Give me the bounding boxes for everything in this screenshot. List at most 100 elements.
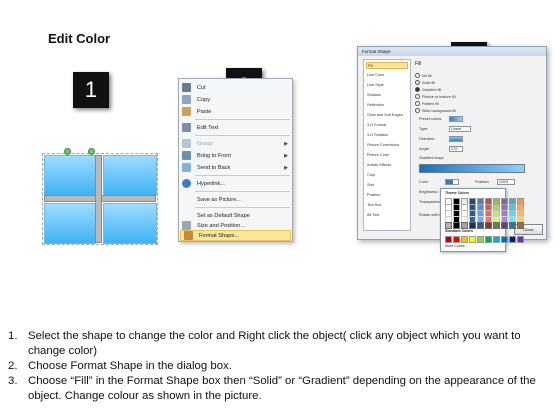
type-label: Type: xyxy=(419,127,429,131)
angle-label: Angle: xyxy=(419,147,430,151)
copy-icon xyxy=(182,95,191,104)
sidebar-item-size[interactable]: Size xyxy=(366,182,409,189)
color-swatch[interactable] xyxy=(501,236,508,243)
color-label: Color xyxy=(419,180,429,184)
direction-label: Direction: xyxy=(419,137,436,141)
sidebar-item-line-style[interactable]: Line Style xyxy=(366,82,409,89)
sidebar-item-artistic-effects[interactable]: Artistic Effects xyxy=(366,162,409,169)
vertical-divider-bar xyxy=(95,155,102,243)
rotation-handle[interactable] xyxy=(64,148,71,155)
sidebar-item-text-box[interactable]: Text Box xyxy=(366,202,409,209)
direction-dropdown[interactable] xyxy=(449,136,463,142)
sidebar-item-picture-corrections[interactable]: Picture Corrections xyxy=(366,142,409,149)
sidebar-item-picture-color[interactable]: Picture Color xyxy=(366,152,409,159)
send-to-back-icon xyxy=(182,163,191,172)
brightness-label: Brightness: xyxy=(419,190,438,194)
clipboard-icon xyxy=(182,107,191,116)
menu-separator xyxy=(195,119,290,120)
color-swatch[interactable] xyxy=(453,222,460,229)
sidebar-item-glow[interactable]: Glow and Soft Edges xyxy=(366,112,409,119)
instruction-item: 2. Choose Format Shape in the dialog box… xyxy=(8,360,232,372)
sidebar-item-3d-format[interactable]: 3-D Format xyxy=(366,122,409,129)
size-icon xyxy=(182,221,191,230)
color-swatch[interactable] xyxy=(517,236,524,243)
color-swatch[interactable] xyxy=(509,222,516,229)
blue-square-top-right[interactable] xyxy=(103,155,157,196)
sidebar-item-3d-rotation[interactable]: 3-D Rotation xyxy=(366,132,409,139)
color-swatch[interactable] xyxy=(493,222,500,229)
menu-item-send-to-back[interactable]: Send to Back ▶ xyxy=(179,162,292,173)
type-dropdown[interactable]: Linear xyxy=(449,126,471,132)
menu-item-bring-to-front[interactable]: Bring to Front ▶ xyxy=(179,150,292,161)
color-swatch[interactable] xyxy=(517,222,524,229)
edit-text-icon xyxy=(182,123,191,132)
sidebar-item-reflection[interactable]: Reflection xyxy=(366,102,409,109)
color-swatch[interactable] xyxy=(469,236,476,243)
sidebar-item-position[interactable]: Position xyxy=(366,192,409,199)
sample-shape-grid[interactable] xyxy=(42,148,158,245)
color-swatch[interactable] xyxy=(485,236,492,243)
menu-item-paste[interactable]: Paste xyxy=(179,106,292,117)
chevron-right-icon: ▶ xyxy=(284,140,288,147)
menu-item-format-shape[interactable]: Format Shape... xyxy=(180,230,291,241)
rotation-handle[interactable] xyxy=(88,148,95,155)
color-swatch[interactable] xyxy=(461,222,468,229)
menu-item-hyperlink[interactable]: Hyperlink... xyxy=(179,178,292,189)
more-colors-link[interactable]: More Colors... xyxy=(445,244,468,248)
color-swatch[interactable] xyxy=(485,222,492,229)
dialog-title-bar: Format Shape xyxy=(358,47,546,56)
color-swatch[interactable] xyxy=(501,222,508,229)
bring-to-front-icon xyxy=(182,151,191,160)
sidebar-item-alt-text[interactable]: Alt Text xyxy=(366,212,409,219)
blue-square-top-left[interactable] xyxy=(44,155,96,196)
gradient-stops-bar[interactable] xyxy=(419,164,525,173)
sidebar-item-fill[interactable]: Fill xyxy=(366,62,408,69)
color-swatch[interactable] xyxy=(453,236,460,243)
color-swatch[interactable] xyxy=(461,236,468,243)
sidebar-item-line-color[interactable]: Line Color xyxy=(366,72,409,79)
menu-separator xyxy=(195,191,290,192)
radio-pattern-fill[interactable]: Pattern fill xyxy=(415,101,439,106)
blue-square-bottom-right[interactable] xyxy=(103,203,157,244)
instruction-item: 3. Choose “Fill” in the Format Shape box… xyxy=(8,375,536,402)
color-swatch[interactable] xyxy=(477,236,484,243)
sidebar-item-shadow[interactable]: Shadow xyxy=(366,92,409,99)
blue-square-bottom-left[interactable] xyxy=(44,203,96,244)
group-icon xyxy=(182,139,191,148)
radio-gradient-fill[interactable]: Gradient fill xyxy=(415,87,441,92)
color-swatch[interactable] xyxy=(509,236,516,243)
menu-item-group[interactable]: Group ▶ xyxy=(179,138,292,149)
sidebar-item-crop[interactable]: Crop xyxy=(366,172,409,179)
radio-slide-bg-fill[interactable]: Slide background fill xyxy=(415,108,456,113)
page-title: Edit Color xyxy=(48,31,111,46)
radio-solid-fill[interactable]: Solid fill xyxy=(415,80,435,85)
menu-item-save-as-picture[interactable]: Save as Picture... xyxy=(179,194,292,205)
preset-colors-dropdown[interactable] xyxy=(449,116,463,122)
context-menu: Cut Copy Paste Edit Text Group ▶ Bring t… xyxy=(178,78,293,242)
chevron-right-icon: ▶ xyxy=(284,152,288,159)
menu-item-cut[interactable]: Cut xyxy=(179,82,292,93)
color-swatch[interactable] xyxy=(469,222,476,229)
position-label: Position: xyxy=(475,180,490,184)
color-swatch[interactable] xyxy=(445,222,452,229)
position-input[interactable]: 100% xyxy=(497,179,515,185)
chevron-right-icon: ▶ xyxy=(284,164,288,171)
radio-picture-fill[interactable]: Picture or texture fill xyxy=(415,94,456,99)
color-swatch[interactable] xyxy=(477,222,484,229)
theme-colors-label: Theme Colors xyxy=(445,191,469,195)
radio-no-fill[interactable]: No fill xyxy=(415,73,432,78)
menu-item-copy[interactable]: Copy xyxy=(179,94,292,105)
menu-separator xyxy=(195,175,290,176)
color-palette-popup: Theme Colors Standard Colors More Colors… xyxy=(440,188,524,252)
globe-icon xyxy=(182,179,191,188)
gradient-stops-label: Gradient stops xyxy=(419,156,444,160)
angle-input[interactable]: 270° xyxy=(449,146,463,152)
instructions-list: 1. Select the shape to change the color … xyxy=(8,329,553,404)
theme-swatch-row xyxy=(445,222,524,229)
paint-bucket-icon xyxy=(184,231,193,240)
standard-colors-label: Standard Colors xyxy=(445,229,473,233)
color-swatch[interactable] xyxy=(493,236,500,243)
color-swatch[interactable] xyxy=(445,236,452,243)
color-picker-button[interactable] xyxy=(445,179,459,185)
menu-item-edit-text[interactable]: Edit Text xyxy=(179,122,292,133)
